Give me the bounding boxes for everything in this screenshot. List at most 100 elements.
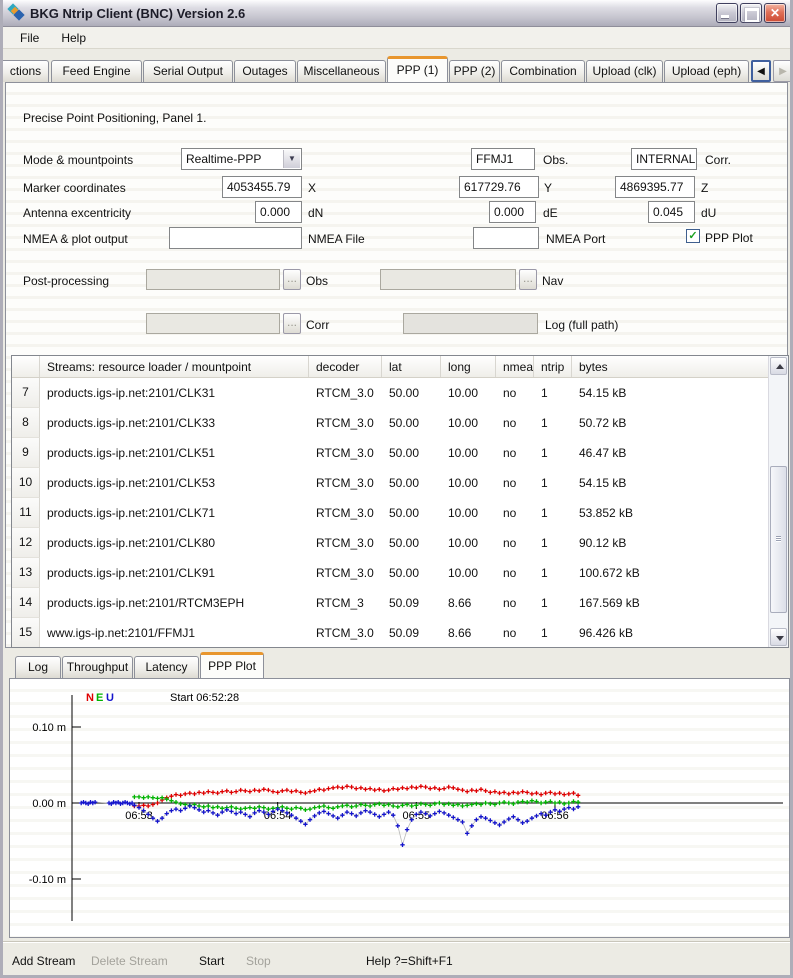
nmea-cell: no <box>496 468 534 498</box>
table-row[interactable]: 12products.igs-ip.net:2101/CLK80RTCM_3.0… <box>12 528 768 558</box>
nmea-port-field[interactable] <box>473 227 539 249</box>
header-decoder[interactable]: decoder <box>309 356 382 377</box>
table-row[interactable]: 10products.igs-ip.net:2101/CLK53RTCM_3.0… <box>12 468 768 498</box>
tab-outages[interactable]: Outages <box>234 60 296 82</box>
nmea-file-field[interactable] <box>169 227 302 249</box>
header-long[interactable]: long <box>441 356 496 377</box>
table-row[interactable]: 13products.igs-ip.net:2101/CLK91RTCM_3.0… <box>12 558 768 588</box>
tab-ppp-2[interactable]: PPP (2) <box>449 60 500 82</box>
minimize-button[interactable] <box>716 3 738 23</box>
antenna-de-field[interactable]: 0.000 <box>489 201 536 223</box>
tab-upload-clk[interactable]: Upload (clk) <box>586 60 663 82</box>
post-corr-browse-button[interactable]: ... <box>283 313 301 334</box>
long-cell: 10.00 <box>441 498 496 528</box>
row-number-header[interactable]: 8 <box>12 408 40 438</box>
antenna-dn-field[interactable]: 0.000 <box>255 201 302 223</box>
row-number-header[interactable]: 9 <box>12 438 40 468</box>
streams-table: Streams: resource loader / mountpoint de… <box>11 355 789 648</box>
table-row[interactable]: 11products.igs-ip.net:2101/CLK71RTCM_3.0… <box>12 498 768 528</box>
long-cell: 10.00 <box>441 528 496 558</box>
close-button[interactable]: ✕ <box>764 3 786 23</box>
nmea-port-label: NMEA Port <box>546 232 605 246</box>
table-row[interactable]: 14products.igs-ip.net:2101/RTCM3EPHRTCM_… <box>12 588 768 618</box>
row-number-header[interactable]: 11 <box>12 498 40 528</box>
nmea-cell: no <box>496 618 534 647</box>
ntrip-cell: 1 <box>534 618 572 647</box>
lat-cell: 50.00 <box>382 558 441 588</box>
scroll-down-icon[interactable] <box>770 628 787 646</box>
header-ntrip[interactable]: ntrip <box>534 356 572 377</box>
post-obs-browse-button[interactable]: ... <box>283 269 301 290</box>
tab-scroll-right-icon: ▶ <box>773 60 793 82</box>
table-row[interactable]: 9products.igs-ip.net:2101/CLK51RTCM_3.05… <box>12 438 768 468</box>
marker-y-field[interactable]: 617729.76 <box>459 176 539 198</box>
stop-button[interactable]: Stop <box>246 954 271 968</box>
svg-text:U: U <box>106 692 114 704</box>
tab-latency[interactable]: Latency <box>134 656 199 678</box>
ntrip-cell: 1 <box>534 378 572 408</box>
header-stream[interactable]: Streams: resource loader / mountpoint <box>40 356 309 377</box>
scroll-up-icon[interactable] <box>770 357 787 375</box>
nmea-cell: no <box>496 558 534 588</box>
table-row[interactable]: 8products.igs-ip.net:2101/CLK33RTCM_3.05… <box>12 408 768 438</box>
streams-table-header: Streams: resource loader / mountpoint de… <box>12 356 768 378</box>
decoder-cell: RTCM_3.0 <box>309 618 382 647</box>
menu-item-help[interactable]: Help <box>52 29 95 47</box>
tab-miscellaneous[interactable]: Miscellaneous <box>297 60 386 82</box>
ppp-plot-checkbox[interactable]: ✓ <box>686 229 700 243</box>
tab-ppp-1[interactable]: PPP (1) <box>387 56 448 82</box>
stream-cell: products.igs-ip.net:2101/RTCM3EPH <box>40 588 309 618</box>
nmea-cell: no <box>496 438 534 468</box>
row-number-header[interactable]: 10 <box>12 468 40 498</box>
antenna-excentricity-label: Antenna excentricity <box>23 206 131 220</box>
header-lat[interactable]: lat <box>382 356 441 377</box>
long-cell: 10.00 <box>441 438 496 468</box>
add-stream-button[interactable]: Add Stream <box>12 954 75 968</box>
row-number-header[interactable]: 15 <box>12 618 40 647</box>
app-window: BKG Ntrip Client (BNC) Version 2.6 ✕ Fil… <box>0 0 793 978</box>
maximize-button[interactable] <box>740 3 762 23</box>
scrollbar-thumb[interactable] <box>770 466 787 613</box>
marker-x-field[interactable]: 4053455.79 <box>222 176 302 198</box>
lat-cell: 50.00 <box>382 378 441 408</box>
post-nav-browse-button[interactable]: ... <box>519 269 537 290</box>
tab-serial-output[interactable]: Serial Output <box>143 60 233 82</box>
tab-feed-engine[interactable]: Feed Engine <box>51 60 142 82</box>
chevron-down-icon[interactable]: ▼ <box>283 150 300 168</box>
table-row[interactable]: 7products.igs-ip.net:2101/CLK31RTCM_3.05… <box>12 378 768 408</box>
obs-label: Obs. <box>543 153 568 167</box>
obs-mountpoint-field[interactable]: FFMJ1 <box>471 148 535 170</box>
tab-log[interactable]: Log <box>15 656 61 678</box>
tab-connections[interactable]: ctions <box>3 60 49 82</box>
decoder-cell: RTCM_3.0 <box>309 528 382 558</box>
bytes-cell: 54.15 kB <box>572 378 768 408</box>
tab-ppp-plot[interactable]: PPP Plot <box>200 652 264 678</box>
table-row[interactable]: 15www.igs-ip.net:2101/FFMJ1RTCM_3.050.09… <box>12 618 768 647</box>
post-corr-label: Corr <box>306 318 329 332</box>
mode-combobox-value: Realtime-PPP <box>186 152 261 166</box>
nmea-cell: no <box>496 378 534 408</box>
post-processing-label: Post-processing <box>23 274 109 288</box>
app-icon <box>8 5 25 21</box>
delete-stream-button[interactable]: Delete Stream <box>91 954 168 968</box>
long-cell: 10.00 <box>441 408 496 438</box>
stream-cell: products.igs-ip.net:2101/CLK31 <box>40 378 309 408</box>
tab-scroll-left-icon[interactable]: ◀ <box>751 60 771 82</box>
start-button[interactable]: Start <box>199 954 224 968</box>
menu-item-file[interactable]: File <box>11 29 48 47</box>
row-number-header[interactable]: 12 <box>12 528 40 558</box>
row-number-header[interactable]: 14 <box>12 588 40 618</box>
row-number-header[interactable]: 13 <box>12 558 40 588</box>
header-bytes[interactable]: bytes <box>572 356 768 377</box>
header-nmea[interactable]: nmea <box>496 356 534 377</box>
corr-mountpoint-field[interactable]: INTERNAL <box>631 148 697 170</box>
antenna-du-field[interactable]: 0.045 <box>648 201 695 223</box>
ntrip-cell: 1 <box>534 528 572 558</box>
streams-scrollbar[interactable] <box>768 356 788 647</box>
row-number-header[interactable]: 7 <box>12 378 40 408</box>
tab-combination[interactable]: Combination <box>501 60 585 82</box>
marker-z-field[interactable]: 4869395.77 <box>615 176 695 198</box>
tab-upload-eph[interactable]: Upload (eph) <box>664 60 749 82</box>
mode-combobox[interactable]: Realtime-PPP ▼ <box>181 148 302 170</box>
tab-throughput[interactable]: Throughput <box>62 656 133 678</box>
